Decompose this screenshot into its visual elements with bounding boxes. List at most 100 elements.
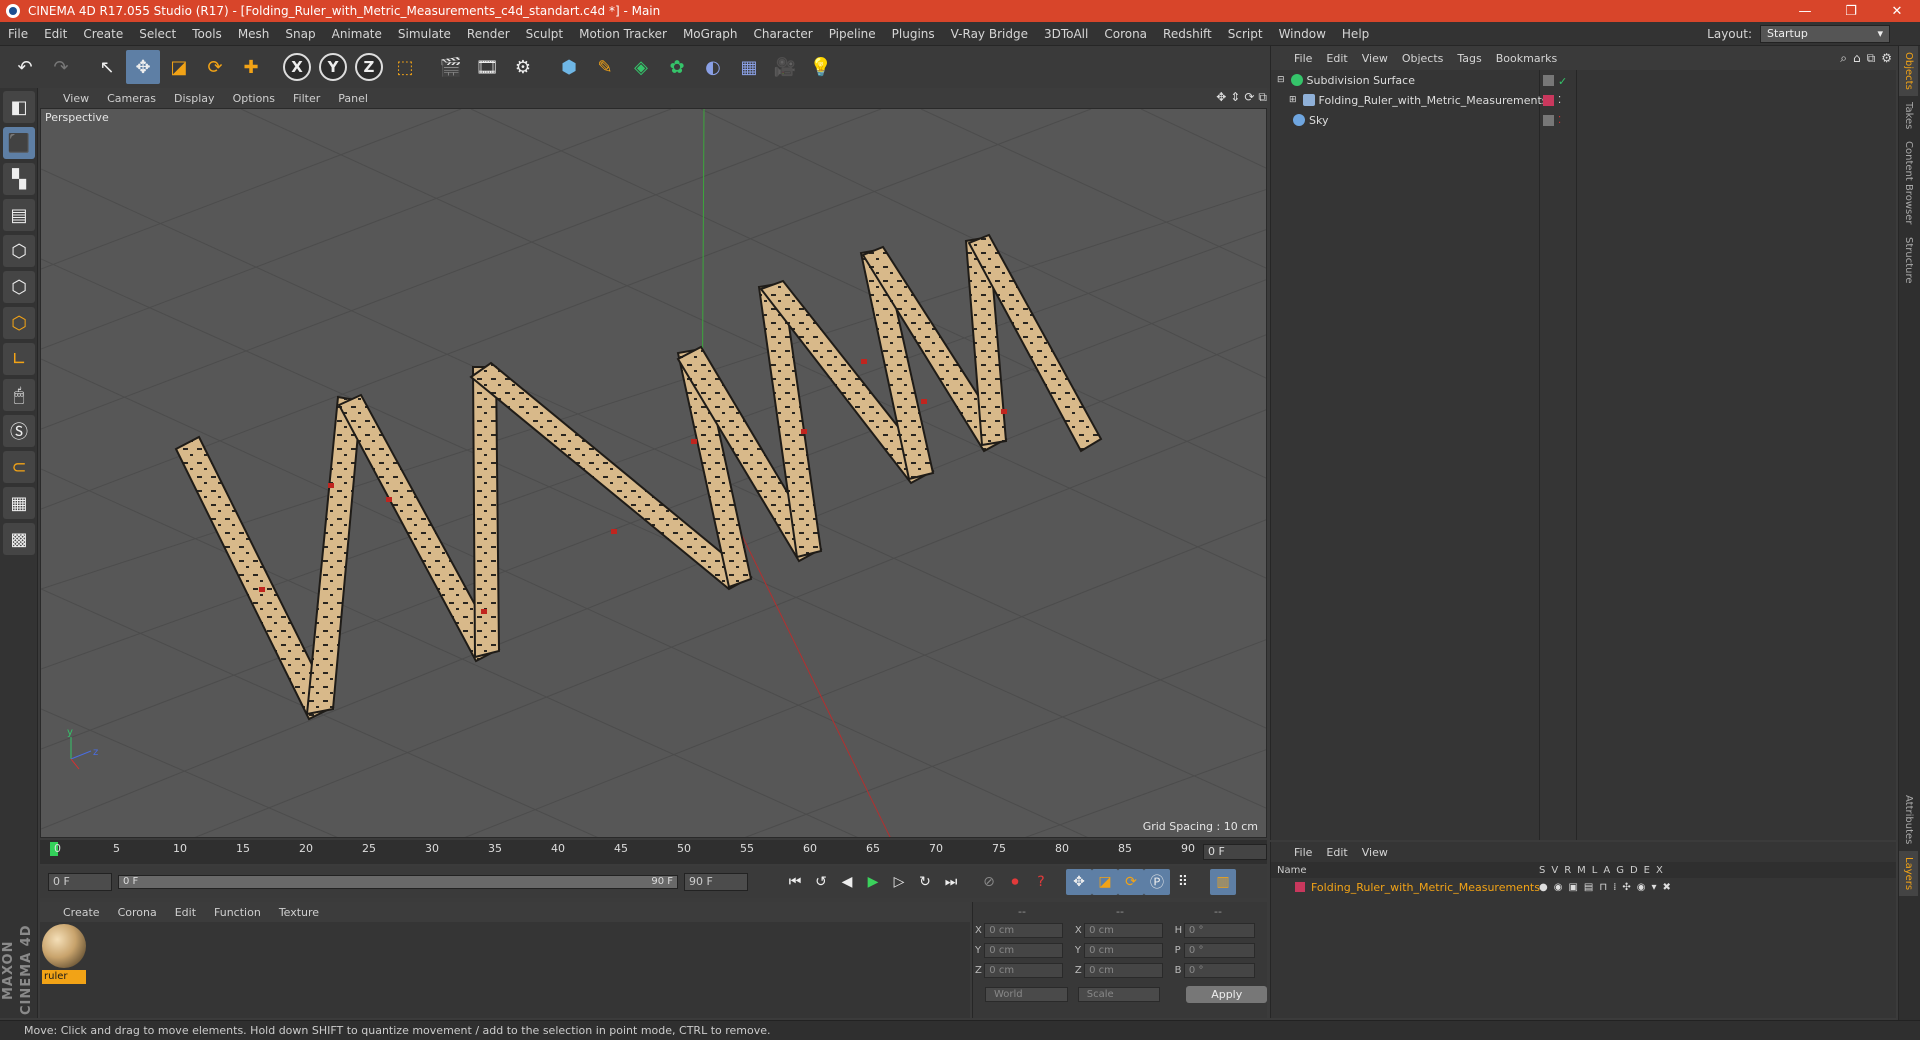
column-render[interactable]: R [1564,865,1571,876]
rotation-p-field[interactable]: 0 ° [1183,942,1255,958]
scale-key-icon[interactable]: ◪ [1092,869,1118,895]
tab-content-browser[interactable]: Content Browser [1899,135,1918,230]
next-frame-icon[interactable]: ▷ [886,869,912,895]
menu-edit[interactable]: Edit [36,27,75,41]
magnet-icon[interactable]: ⊂ [3,451,35,483]
eye-icon[interactable]: ◉ [1554,882,1563,893]
object-row-sky[interactable]: Sky ⁚ [1271,110,1896,130]
deformer-icon[interactable]: ◉ [1637,882,1646,893]
go-to-end-icon[interactable]: ⏭ [938,869,964,895]
object-menu-view[interactable]: View [1355,52,1395,65]
new-view-icon[interactable]: ⧉ [1867,51,1876,66]
material-menu-create[interactable]: Create [54,906,109,919]
object-menu-edit[interactable]: Edit [1319,52,1354,65]
object-row-subdivision-surface[interactable]: ⊟ Subdivision Surface ✓ [1271,70,1896,90]
column-expressions[interactable]: E [1644,865,1650,876]
render-view-icon[interactable]: 🎬 [434,50,468,84]
menu-select[interactable]: Select [131,27,184,41]
rotation-key-icon[interactable]: ⟳ [1118,869,1144,895]
search-icon[interactable]: ⌕ [1840,51,1847,66]
camera-icon[interactable]: 🎥 [768,50,802,84]
timeline-window-icon[interactable]: ▥ [1210,869,1236,895]
rotation-b-field[interactable]: 0 ° [1183,962,1255,978]
expression-icon[interactable]: ▾ [1652,882,1657,893]
parameter-key-icon[interactable]: Ⓟ [1144,869,1170,895]
enabled-check-icon[interactable]: ✓ [1558,75,1569,88]
cloner-icon[interactable]: ✿ [660,50,694,84]
tab-layers[interactable]: Layers [1899,850,1918,896]
object-row-folding-ruler[interactable]: ⊞ Folding_Ruler_with_Metric_Measurements… [1271,90,1896,110]
material-name-label[interactable]: ruler [42,970,86,984]
pan-icon[interactable]: ✥ [1216,90,1226,105]
menu-snap[interactable]: Snap [277,27,323,41]
layer-menu-edit[interactable]: Edit [1319,846,1354,859]
material-menu-corona[interactable]: Corona [109,906,166,919]
points-mode-icon[interactable]: ⬡ [3,235,35,267]
expand-icon[interactable]: ⊞ [1289,95,1297,105]
object-menu-file[interactable]: File [1287,52,1319,65]
start-frame-field[interactable]: 0 F [48,873,112,891]
restore-button[interactable]: ❐ [1828,0,1874,22]
menu-file[interactable]: File [0,27,36,41]
menu-corona[interactable]: Corona [1096,27,1155,41]
viewport-menu-filter[interactable]: Filter [284,92,329,105]
tab-attributes[interactable]: Attributes [1899,789,1918,850]
cube-primitive-icon[interactable]: ⬢ [552,50,586,84]
layer-tag-icon[interactable] [1543,74,1554,86]
rotate-tool-icon[interactable]: ⟳ [198,50,232,84]
menu-tools[interactable]: Tools [184,27,230,41]
object-menu-tags[interactable]: Tags [1450,52,1488,65]
manager-icon[interactable]: ▤ [1584,882,1593,893]
column-view[interactable]: V [1551,865,1558,876]
layer-color-icon[interactable] [1543,94,1554,106]
layout-select[interactable]: Startup ▾ [1760,25,1890,43]
column-deformers[interactable]: D [1630,865,1638,876]
column-animation[interactable]: A [1603,865,1610,876]
x-axis-lock-button[interactable]: X [280,50,314,84]
menu-window[interactable]: Window [1271,27,1334,41]
position-key-icon[interactable]: ✥ [1066,869,1092,895]
menu-plugins[interactable]: Plugins [884,27,943,41]
point-level-icon[interactable]: ⠿ [1170,869,1196,895]
previous-key-icon[interactable]: ↺ [808,869,834,895]
position-y-field[interactable]: 0 cm [984,942,1063,958]
material-menu-edit[interactable]: Edit [166,906,205,919]
generator-icon[interactable]: ✣ [1622,882,1630,893]
column-solo[interactable]: S [1539,865,1545,876]
rotation-h-field[interactable]: 0 ° [1183,922,1255,938]
size-x-field[interactable]: 0 cm [1084,922,1163,938]
light-icon[interactable]: 💡 [804,50,838,84]
floor-icon[interactable]: ▦ [732,50,766,84]
tab-structure[interactable]: Structure [1899,231,1918,290]
column-xref[interactable]: X [1656,865,1663,876]
make-editable-icon[interactable]: ◧ [3,91,35,123]
scale-dropdown[interactable]: Scale [1077,987,1161,1002]
size-y-field[interactable]: 0 cm [1084,942,1163,958]
model-mode-icon[interactable]: ⬛ [3,127,35,159]
settings-icon[interactable]: ⚙ [1881,51,1892,66]
viewport-menu-panel[interactable]: Panel [329,92,377,105]
perspective-viewport[interactable]: y z Perspective Grid Spacing : 10 cm [40,108,1267,838]
material-preview-sphere[interactable] [42,924,86,968]
menu-mesh[interactable]: Mesh [230,27,278,41]
move-tool-icon[interactable]: ✥ [126,50,160,84]
position-z-field[interactable]: 0 cm [984,962,1063,978]
visibility-dots-icon[interactable]: ⁚ [1558,95,1569,106]
layer-menu-view[interactable]: View [1355,846,1395,859]
collapse-icon[interactable]: ⊟ [1277,75,1285,85]
workplane-icon[interactable]: ▤ [3,199,35,231]
layer-row[interactable]: Folding_Ruler_with_Metric_Measurements ●… [1271,878,1896,896]
snap-icon[interactable]: Ⓢ [3,415,35,447]
previous-frame-icon[interactable]: ◀ [834,869,860,895]
menu-pipeline[interactable]: Pipeline [821,27,884,41]
preview-range-slider[interactable]: 0 F 90 F [118,875,678,889]
next-key-icon[interactable]: ↻ [912,869,938,895]
render-picture-viewer-icon[interactable]: 🎞 [470,50,504,84]
recent-tool-icon[interactable]: ✚ [234,50,268,84]
end-frame-field[interactable]: 90 F [684,873,748,891]
column-manager[interactable]: M [1577,865,1586,876]
timeline-ruler[interactable]: 0 5 10 15 20 25 30 35 40 45 50 55 60 65 … [40,840,1267,864]
pen-spline-icon[interactable]: ✎ [588,50,622,84]
layer-menu-file[interactable]: File [1287,846,1319,859]
axis-mode-icon[interactable]: ∟ [3,343,35,375]
